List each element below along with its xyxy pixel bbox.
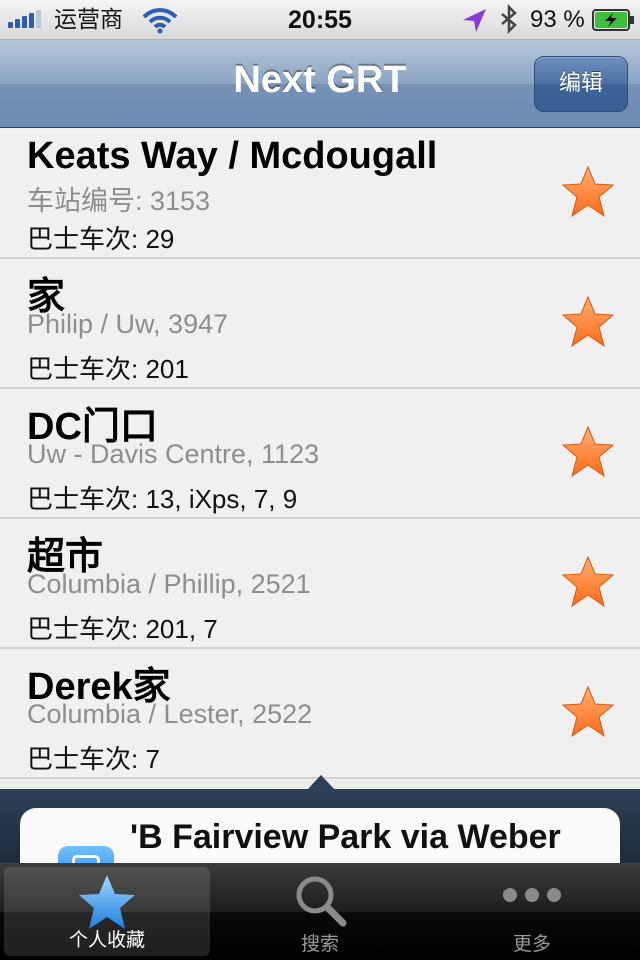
route-info: 巴士车次: 7 <box>27 744 160 774</box>
popup-route-text: 'B Fairview Park via Weber <box>130 818 561 856</box>
stop-info: 车站编号: 3153 <box>27 186 211 216</box>
favorite-star-icon[interactable] <box>560 685 616 739</box>
list-item[interactable]: Keats Way / Mcdougall 车站编号: 3153 巴士车次: 2… <box>0 129 640 259</box>
stop-info: Columbia / Phillip, 2521 <box>27 569 311 599</box>
search-icon <box>296 876 347 927</box>
tab-label: 更多 <box>512 933 551 955</box>
route-info: 巴士车次: 29 <box>27 224 175 254</box>
tab-label: 个人收藏 <box>68 929 145 951</box>
status-bar: 运营商 20:55 93 % <box>0 0 640 40</box>
favorite-star-icon[interactable] <box>560 165 616 219</box>
list-item[interactable]: DC门口 Uw - Davis Centre, 1123 巴士车次: 13, i… <box>0 389 640 519</box>
stop-info: Columbia / Lester, 2522 <box>27 699 313 729</box>
tab-bar: 个人收藏 搜索 更多 <box>0 863 640 960</box>
stop-name: Keats Way / Mcdougall <box>27 135 438 177</box>
stop-info: Uw - Davis Centre, 1123 <box>27 439 320 469</box>
list-item[interactable]: Derek家 Columbia / Lester, 2522 巴士车次: 7 <box>0 649 640 779</box>
list-item[interactable]: 家 Philip / Uw, 3947 巴士车次: 201 <box>0 259 640 389</box>
route-info: 巴士车次: 13, iXps, 7, 9 <box>27 484 298 514</box>
list-item[interactable]: 超市 Columbia / Phillip, 2521 巴士车次: 201, 7 <box>0 519 640 649</box>
favorite-star-icon[interactable] <box>560 295 616 349</box>
tab-more[interactable]: 更多 <box>426 863 638 960</box>
tab-search[interactable]: 搜索 <box>214 863 426 960</box>
route-info: 巴士车次: 201, 7 <box>27 614 218 644</box>
route-info: 巴士车次: 201 <box>27 354 189 384</box>
favorites-list: Keats Way / Mcdougall 车站编号: 3153 巴士车次: 2… <box>0 129 640 779</box>
battery-percentage: 93 % <box>530 6 585 33</box>
edit-button[interactable]: 编辑 <box>534 56 628 112</box>
bluetooth-icon <box>498 0 522 40</box>
battery-icon <box>592 0 636 40</box>
popup-arrow <box>307 775 335 790</box>
popup-card[interactable]: 'B Fairview Park via Weber <box>20 808 620 868</box>
stop-info: Philip / Uw, 3947 <box>27 309 229 339</box>
favorite-star-icon[interactable] <box>560 425 616 479</box>
more-icon <box>503 888 561 902</box>
star-icon <box>79 875 135 929</box>
tab-favorites[interactable]: 个人收藏 <box>4 867 210 956</box>
location-arrow-icon <box>460 0 488 40</box>
navigation-bar: Next GRT 编辑 <box>0 40 640 128</box>
tab-label: 搜索 <box>300 933 339 955</box>
favorite-star-icon[interactable] <box>560 555 616 609</box>
